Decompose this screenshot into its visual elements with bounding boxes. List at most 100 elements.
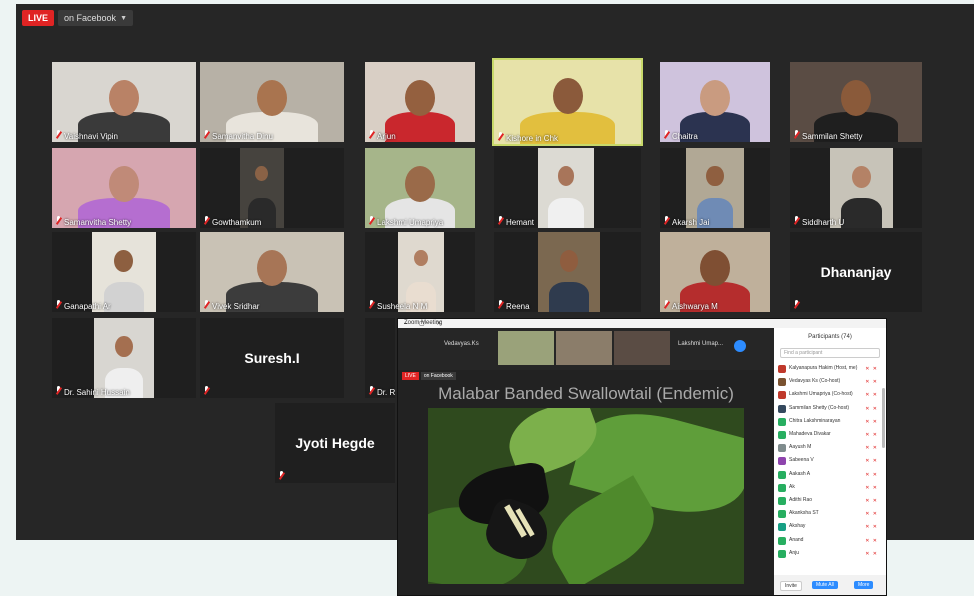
participant-tile[interactable]: Lakshmi Umapriya — [365, 148, 475, 228]
participant-list-item[interactable]: Akanksha ST ✕ ✕ — [778, 509, 882, 519]
mic-muted-icon — [203, 300, 210, 309]
mic-video-muted-icon: ✕ ✕ — [865, 432, 878, 438]
participant-list-item[interactable]: Kalyanapura Hakim (Host, me) ✕ ✕ — [778, 364, 882, 374]
participant-tile[interactable]: Vaishnavi Vipin — [52, 62, 196, 142]
participant-tile[interactable]: Dhananjay — [790, 232, 922, 312]
avatar — [778, 483, 786, 492]
invite-button[interactable]: Invite — [780, 581, 802, 591]
participant-tile[interactable]: Vivek Sridhar — [200, 232, 344, 312]
mic-muted-icon — [663, 130, 670, 139]
participant-tile[interactable]: Jyoti Hegde — [275, 403, 395, 483]
slide-title: Malabar Banded Swallowtail (Endemic) — [438, 384, 734, 403]
avatar — [778, 510, 786, 519]
participant-list-name: Kalyanapura Hakim (Host, me) — [789, 365, 858, 371]
participant-name: Aishwarya M — [672, 302, 718, 311]
mic-muted-icon — [793, 216, 800, 225]
participant-list-name: Akshay — [789, 523, 806, 530]
participant-tile[interactable]: Gowthamkum — [200, 148, 344, 228]
participant-name: Reena — [506, 302, 530, 311]
participant-name: Samanvitha Dinu — [212, 132, 273, 141]
participant-tile[interactable]: Ganapathi Ar — [52, 232, 196, 312]
participant-tile[interactable]: Suresh.I — [200, 318, 344, 398]
participant-name: Gowthamkum — [212, 218, 262, 227]
participant-tile[interactable]: Hemant — [494, 148, 641, 228]
participant-list-name: Sabeena V — [789, 457, 814, 464]
participant-tile[interactable]: Samanvitha Dinu — [200, 62, 344, 142]
screen-share-window: Zoom Meeting – ▢ ✕ Vedavyas.Ks Lakshmi U… — [397, 318, 887, 596]
participant-tile[interactable]: Dr. Rag — [365, 318, 395, 398]
avatar — [778, 365, 786, 373]
participant-list-name: Aakash A — [789, 470, 811, 477]
mic-video-muted-icon: ✕ ✕ — [865, 498, 878, 504]
mute-all-button[interactable]: Mute All — [812, 581, 838, 589]
mic-muted-icon — [55, 386, 62, 395]
participant-name: Susheela N M — [377, 302, 428, 311]
participant-tile[interactable]: Arjun — [365, 62, 475, 142]
avatar — [778, 523, 786, 532]
participant-tile[interactable]: Reena — [494, 232, 641, 312]
participant-list-item[interactable]: Sabeena V ✕ ✕ — [778, 456, 882, 466]
participant-name-display: Suresh.I — [244, 350, 300, 366]
participant-tile[interactable]: Akarsh Jai — [660, 148, 770, 228]
participant-video — [52, 148, 196, 228]
participant-name: Arjun — [377, 132, 396, 141]
live-destination-dropdown[interactable]: on Facebook ▼ — [58, 10, 133, 26]
strip-label: Lakshmi Umap... — [678, 341, 724, 347]
participant-tile[interactable]: Siddharth U — [790, 148, 922, 228]
avatar — [778, 497, 786, 505]
participant-list-item[interactable]: Vedavyas Ks (Co-host) ✕ ✕ — [778, 377, 882, 387]
mic-muted-icon — [793, 300, 800, 309]
participant-name: Ganapathi Ar — [64, 302, 111, 311]
participant-tile[interactable]: Kishore in Chk — [492, 58, 643, 146]
strip-video-tile[interactable] — [614, 331, 670, 365]
participant-list-name: Ak — [789, 483, 795, 490]
strip-video-tile[interactable] — [556, 331, 612, 365]
video-strip: Vedavyas.Ks Lakshmi Umap... — [398, 328, 774, 370]
participant-list-item[interactable]: Anand ✕ ✕ — [778, 536, 882, 546]
participant-tile[interactable]: Dr. Sahini Hussain — [52, 318, 196, 398]
participant-list-name: Anand — [789, 536, 804, 543]
participant-tile[interactable]: Sammilan Shetty — [790, 62, 922, 142]
live-badge: LIVE — [22, 10, 55, 26]
participant-tile[interactable]: Aishwarya M — [660, 232, 770, 312]
participant-video — [92, 232, 156, 312]
participant-tile[interactable]: Samanvitha Shetty — [52, 148, 196, 228]
participant-video — [538, 148, 594, 228]
participant-list-item[interactable]: Anju ✕ ✕ — [778, 549, 882, 559]
participant-video — [829, 148, 893, 228]
participant-list-item[interactable]: Ak ✕ ✕ — [778, 483, 882, 493]
scrollbar[interactable] — [882, 388, 885, 448]
participant-list-item[interactable]: Aakash A ✕ ✕ — [778, 470, 882, 480]
participant-name: Samanvitha Shetty — [64, 218, 132, 227]
participant-list-item[interactable]: Adithi Rao ✕ ✕ — [778, 496, 882, 506]
mic-video-muted-icon: ✕ ✕ — [865, 484, 878, 491]
avatar — [778, 457, 786, 466]
participant-video — [365, 148, 475, 228]
strip-video-tile[interactable] — [498, 331, 554, 365]
participant-list-item[interactable]: Lakshmi Umapriya (Co-host) ✕ ✕ — [778, 390, 882, 400]
participant-list-item[interactable]: Akshay ✕ ✕ — [778, 522, 882, 532]
avatar — [778, 391, 786, 400]
participant-list-item[interactable]: Mahadeva Divakar ✕ ✕ — [778, 430, 882, 440]
more-button[interactable]: More — [854, 581, 874, 589]
participant-list-item[interactable]: Sammilan Shetty (Co-host) ✕ ✕ — [778, 404, 882, 414]
panel-footer: Invite Mute All More — [774, 575, 886, 595]
view-toggle-icon[interactable] — [734, 340, 746, 352]
participant-name-display: Dhananjay — [820, 264, 892, 280]
participant-video — [240, 148, 284, 228]
participant-tile[interactable]: Susheela N M — [365, 232, 475, 312]
participant-list-item[interactable]: Chitra Lakshminarayan ✕ ✕ — [778, 417, 882, 427]
window-controls[interactable]: – ▢ ✕ — [404, 320, 882, 327]
participant-name-display: Jyoti Hegde — [295, 435, 375, 451]
participant-video — [93, 318, 155, 398]
participant-list-name: Adithi Rao — [789, 497, 813, 503]
live-stream-indicator[interactable]: LIVE on Facebook ▼ — [22, 8, 133, 28]
mic-video-muted-icon: ✕ ✕ — [865, 550, 878, 557]
mic-video-muted-icon: ✕ ✕ — [865, 511, 878, 518]
participant-video — [52, 62, 196, 142]
participant-search-input[interactable]: Find a participant — [780, 348, 880, 358]
participant-tile[interactable]: Chaitra — [660, 62, 770, 142]
participant-list-item[interactable]: Aayush M ✕ ✕ — [778, 443, 882, 453]
mic-muted-icon — [663, 216, 670, 225]
mic-video-muted-icon: ✕ ✕ — [865, 537, 878, 544]
